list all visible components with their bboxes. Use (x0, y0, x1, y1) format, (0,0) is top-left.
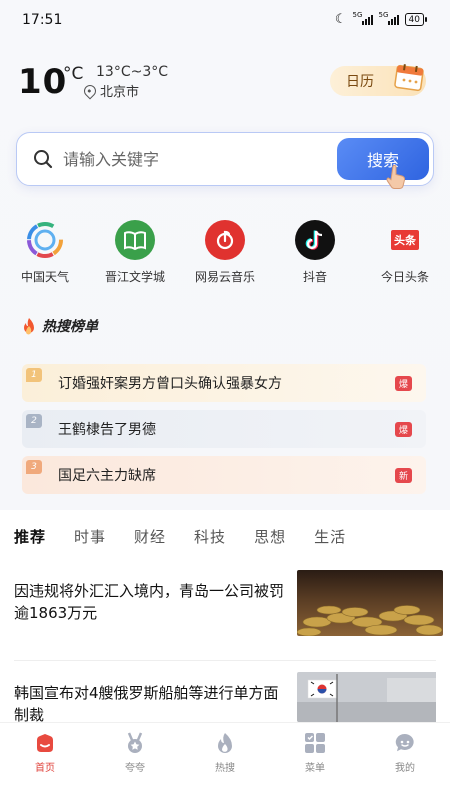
app-label: 晋江文学城 (104, 270, 165, 284)
hot-search-text: 王鹤棣告了男德 (58, 422, 156, 438)
news-title: 韩国宣布对4艘俄罗斯船舶等进行单方面制裁 (14, 684, 279, 722)
nav-mine[interactable]: 我的 (360, 723, 450, 800)
hot-search-text: 国足六主力缺席 (58, 468, 156, 484)
nav-label: 菜单 (305, 763, 325, 774)
news-thumbnail (297, 672, 436, 722)
category-tabs: 推荐 时事 财经 科技 思想 生活 (14, 526, 374, 547)
hot-search-item[interactable]: 2 王鹤棣告了男德 爆 (22, 410, 426, 448)
tab-recommend[interactable]: 推荐 (14, 526, 46, 547)
search-button[interactable]: 搜索 (337, 138, 429, 180)
battery-level: 40 (408, 14, 420, 25)
moon-icon: ☾ (334, 12, 347, 27)
search-input[interactable] (63, 145, 333, 173)
temperature-range: 13°C~3°C (96, 64, 169, 80)
music-icon (205, 220, 245, 260)
app-label: 抖音 (302, 270, 327, 284)
nav-label: 首页 (35, 763, 55, 774)
tab-thought[interactable]: 思想 (254, 526, 286, 547)
hot-tag: 爆 (395, 422, 412, 437)
news-item[interactable]: 因违规将外汇汇入境内，青岛一公司被罚逾1863万元 (14, 570, 443, 640)
tab-tech[interactable]: 科技 (194, 526, 226, 547)
status-icons: ☾ 5G 5G 40 (334, 11, 428, 27)
location-pin-icon (81, 82, 99, 99)
hot-search-title: 热搜榜单 (22, 316, 98, 336)
nav-label: 夸夸 (125, 763, 145, 774)
hot-search-label: 热搜榜单 (42, 319, 98, 335)
app-label: 今日头条 (380, 270, 429, 284)
status-bar: 17:51 ☾ 5G 5G 40 (0, 0, 450, 40)
news-item[interactable]: 韩国宣布对4艘俄罗斯船舶等进行单方面制裁 (14, 672, 436, 722)
hot-search-text: 订婚强奸案男方曾口头确认强暴女方 (58, 376, 282, 392)
toutiao-icon: 头条 (391, 230, 419, 250)
home-icon (37, 734, 53, 752)
note-icon (295, 220, 335, 260)
hot-search-list: 1 订婚强奸案男方曾口头确认强暴女方 爆 2 王鹤棣告了男德 爆 3 国足六主力… (22, 364, 426, 502)
hot-tag: 新 (395, 468, 412, 483)
book-icon (115, 220, 155, 260)
rank-badge: 1 (26, 368, 42, 382)
pointer-hand-icon (386, 164, 406, 189)
pinwheel-icon (27, 222, 63, 258)
search-box: 搜索 (16, 132, 434, 186)
rank-badge: 2 (26, 414, 42, 428)
hot-search-item[interactable]: 3 国足六主力缺席 新 (22, 456, 426, 494)
chat-icon (395, 733, 414, 752)
news-title: 因违规将外汇汇入境内，青岛一公司被罚逾1863万元 (14, 582, 285, 622)
app-jjwxc[interactable]: 晋江文学城 (90, 220, 180, 285)
battery-icon: 40 (404, 13, 428, 26)
calendar-button[interactable]: 日历 (330, 64, 426, 96)
hot-search-item[interactable]: 1 订婚强奸案男方曾口头确认强暴女方 爆 (22, 364, 426, 402)
app-toutiao[interactable]: 头条 今日头条 (360, 220, 450, 285)
app-label: 中国天气 (20, 270, 69, 284)
calendar-icon (394, 64, 424, 92)
status-time: 17:51 (22, 12, 63, 28)
hot-tag: 爆 (395, 376, 412, 391)
tab-finance[interactable]: 财经 (134, 526, 166, 547)
app-label: 网易云音乐 (194, 270, 255, 284)
temperature-unit: °C (63, 64, 84, 84)
bottom-navigation: 首页 夸夸 热搜 菜单 我的 (0, 722, 450, 800)
location[interactable]: 北京市 (81, 81, 140, 100)
medal-icon (127, 732, 143, 753)
nav-hot-search[interactable]: 热搜 (180, 723, 270, 800)
divider (14, 660, 436, 661)
flame-icon (24, 318, 34, 335)
app-netease-music[interactable]: 网易云音乐 (180, 220, 270, 285)
nav-home[interactable]: 首页 (0, 723, 90, 800)
current-temperature: 10 (18, 62, 68, 102)
nav-kuakua[interactable]: 夸夸 (90, 723, 180, 800)
tab-life[interactable]: 生活 (314, 526, 346, 547)
nav-label: 热搜 (215, 763, 235, 774)
calendar-label: 日历 (346, 74, 374, 90)
app-douyin[interactable]: 抖音 (270, 220, 360, 285)
app-shortcuts: 中国天气 晋江文学城 网易云音乐 抖音 头条 今日头条 (0, 220, 450, 285)
grid-icon (305, 733, 325, 753)
nav-menu[interactable]: 菜单 (270, 723, 360, 800)
news-thumbnail (297, 570, 443, 636)
signal-icon: 5G (353, 11, 373, 25)
signal-icon: 5G (379, 11, 399, 25)
nav-label: 我的 (395, 763, 415, 774)
search-icon (34, 150, 53, 169)
tab-current-affairs[interactable]: 时事 (74, 526, 106, 547)
rank-badge: 3 (26, 460, 42, 474)
flame-icon (218, 733, 232, 753)
city-name: 北京市 (100, 85, 140, 100)
app-china-weather[interactable]: 中国天气 (0, 220, 90, 285)
